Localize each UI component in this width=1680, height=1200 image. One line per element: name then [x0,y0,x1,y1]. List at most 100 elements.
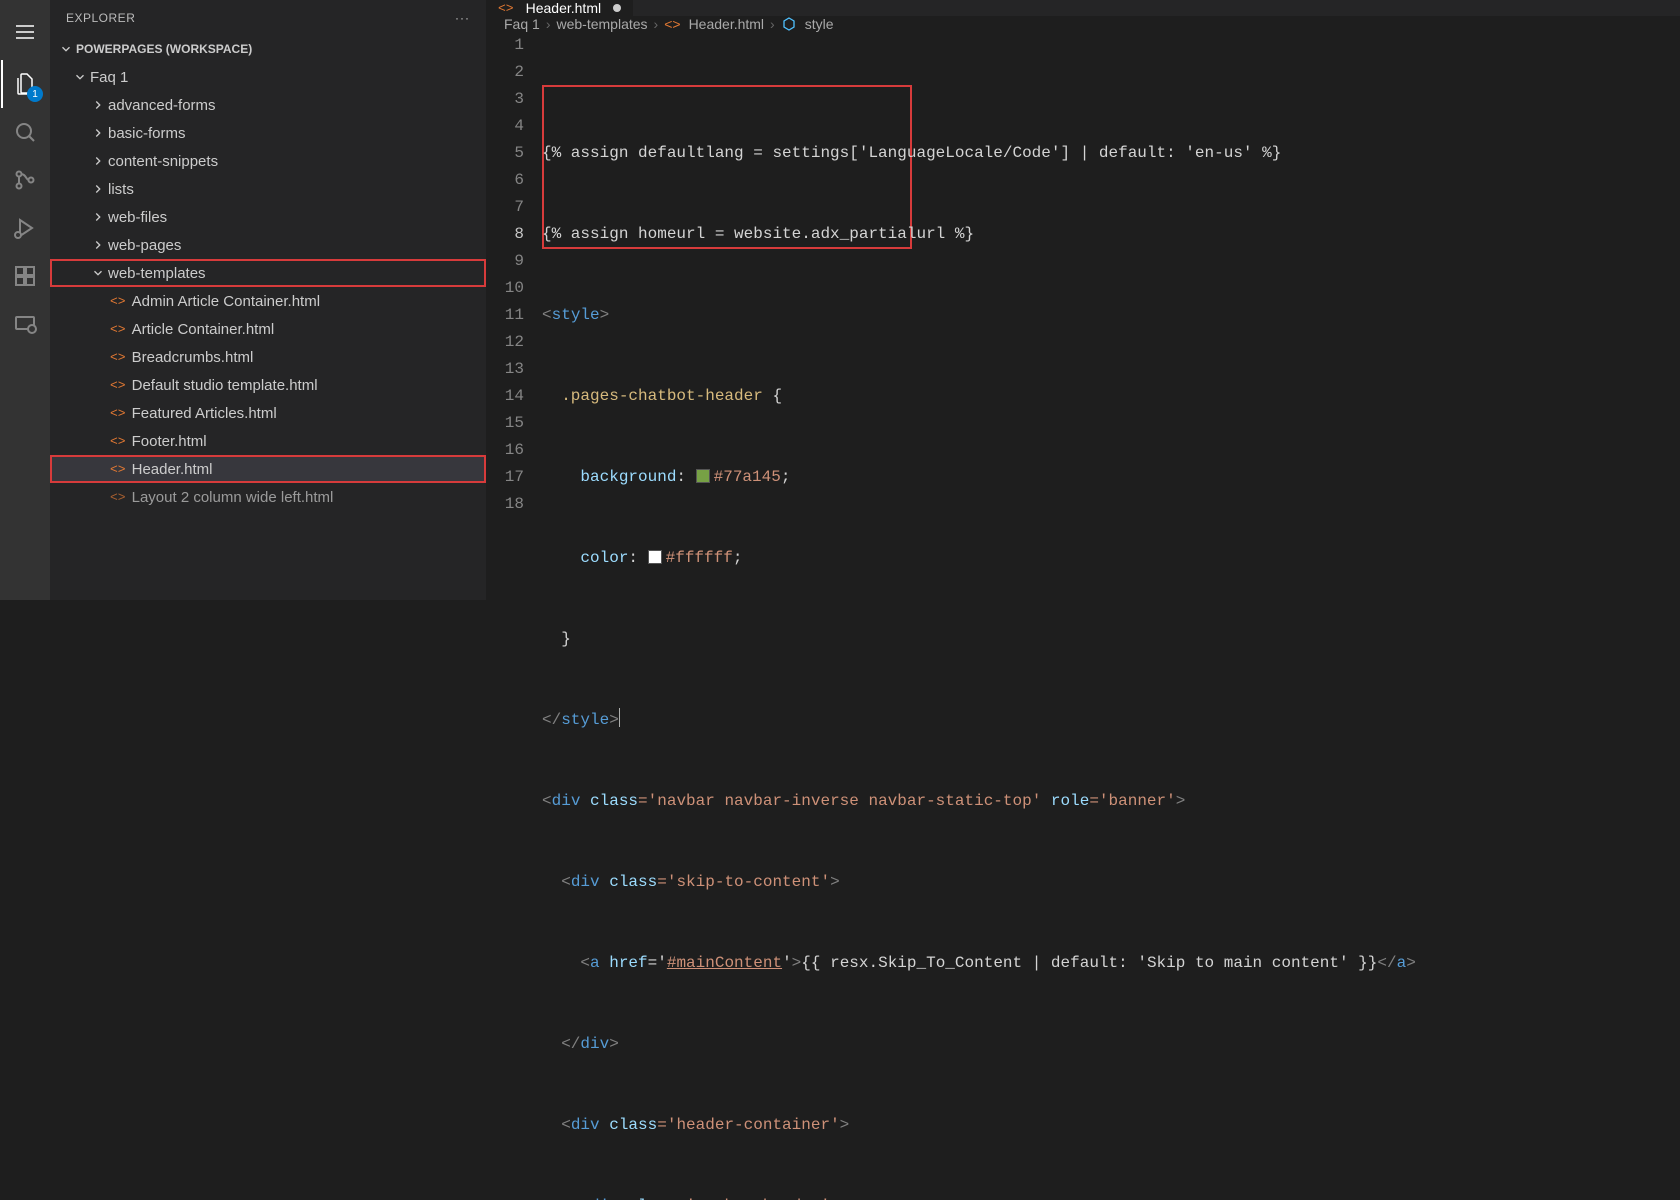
chevron-right-icon [90,153,106,169]
sidebar-title-row: EXPLORER ··· [50,0,486,35]
file-label: Featured Articles.html [132,405,277,422]
breadcrumb[interactable]: Faq 1 › web-templates › <> Header.html ›… [486,16,1680,32]
file-label: Breadcrumbs.html [132,349,254,366]
tree-file[interactable]: <> Admin Article Container.html [50,287,486,315]
run-debug-icon[interactable] [1,204,49,252]
code-line: <div class='navbar-header'> [542,1193,1680,1200]
code-line: <div class='header-container'> [542,1112,1680,1139]
html-file-icon: <> [110,462,126,477]
breadcrumb-segment[interactable]: Header.html [689,16,764,32]
text-cursor [619,708,620,727]
code-line: </div> [542,1031,1680,1058]
line-number: 4 [486,113,524,140]
line-number: 15 [486,410,524,437]
chevron-right-icon [90,209,106,225]
tree-file[interactable]: <> Footer.html [50,427,486,455]
breadcrumb-segment[interactable]: web-templates [556,16,647,32]
line-number: 7 [486,194,524,221]
html-file-icon: <> [110,434,126,449]
tree-folder[interactable]: web-files [50,203,486,231]
breadcrumb-segment[interactable]: Faq 1 [504,16,540,32]
line-number: 1 [486,32,524,59]
html-file-icon: <> [110,378,126,393]
tree-folder-web-templates[interactable]: web-templates [50,259,486,287]
explorer-icon[interactable]: 1 [1,60,49,108]
chevron-down-icon [58,41,74,57]
folder-label: web-templates [108,265,206,282]
line-number: 17 [486,464,524,491]
code-line: } [542,626,1680,653]
file-tree: Faq 1 advanced-forms basic-forms content… [50,63,486,600]
editor-group: <> Header.html Faq 1 › web-templates › <… [486,0,1680,600]
sidebar-more-icon[interactable]: ··· [455,11,470,25]
code-line: <style> [542,302,1680,329]
line-number: 18 [486,491,524,518]
tree-folder-root[interactable]: Faq 1 [50,63,486,91]
tree-folder[interactable]: advanced-forms [50,91,486,119]
search-icon[interactable] [1,108,49,156]
html-file-icon: <> [498,1,514,16]
tree-file-header[interactable]: <> Header.html [50,455,486,483]
code-line: .pages-chatbot-header { [542,383,1680,410]
code-line: {% assign defaultlang = settings['Langua… [542,140,1680,167]
chevron-right-icon [90,181,106,197]
menu-icon[interactable] [1,8,49,56]
remote-icon[interactable] [1,300,49,348]
line-number: 8 [486,221,524,248]
folder-label: web-pages [108,237,181,254]
line-number: 14 [486,383,524,410]
file-label: Admin Article Container.html [132,293,320,310]
file-label: Default studio template.html [132,377,318,394]
color-swatch-icon [648,550,662,564]
code-line: {% assign homeurl = website.adx_partialu… [542,221,1680,248]
source-control-icon[interactable] [1,156,49,204]
line-number: 13 [486,356,524,383]
editor-tab-header[interactable]: <> Header.html [486,0,634,16]
extensions-icon[interactable] [1,252,49,300]
workspace-header[interactable]: POWERPAGES (WORKSPACE) [50,35,486,63]
folder-label: lists [108,181,134,198]
workspace-name: POWERPAGES (WORKSPACE) [76,42,252,56]
line-number: 16 [486,437,524,464]
html-file-icon: <> [110,350,126,365]
html-file-icon: <> [110,490,126,505]
tree-file[interactable]: <> Layout 2 column wide left.html [50,483,486,511]
symbol-icon [781,16,797,32]
line-number: 5 [486,140,524,167]
tree-file[interactable]: <> Breadcrumbs.html [50,343,486,371]
code-editor[interactable]: 1 2 3 4 5 6 7 8 9 10 11 12 13 14 15 16 1… [486,32,1680,1200]
file-label: Header.html [132,461,213,478]
chevron-right-icon: › [654,16,659,32]
chevron-right-icon [90,97,106,113]
tree-file[interactable]: <> Article Container.html [50,315,486,343]
tree-folder[interactable]: lists [50,175,486,203]
tree-folder[interactable]: web-pages [50,231,486,259]
tree-folder[interactable]: basic-forms [50,119,486,147]
html-file-icon: <> [664,16,680,32]
folder-label: content-snippets [108,153,218,170]
tab-label: Header.html [526,0,601,16]
tree-folder[interactable]: content-snippets [50,147,486,175]
folder-label: basic-forms [108,125,186,142]
code-content[interactable]: {% assign defaultlang = settings['Langua… [542,32,1680,1200]
tree-file[interactable]: <> Featured Articles.html [50,399,486,427]
html-file-icon: <> [110,322,126,337]
folder-label: advanced-forms [108,97,216,114]
activity-bar: 1 [0,0,50,600]
line-number: 11 [486,302,524,329]
code-line: color: #ffffff; [542,545,1680,572]
line-number: 12 [486,329,524,356]
breadcrumb-segment[interactable]: style [805,16,834,32]
chevron-right-icon [90,125,106,141]
color-swatch-icon [696,469,710,483]
code-line: <div class='skip-to-content'> [542,869,1680,896]
html-file-icon: <> [110,406,126,421]
sidebar-title: EXPLORER [66,11,135,25]
line-number: 10 [486,275,524,302]
explorer-badge: 1 [27,86,43,102]
tree-file[interactable]: <> Default studio template.html [50,371,486,399]
line-number-gutter: 1 2 3 4 5 6 7 8 9 10 11 12 13 14 15 16 1… [486,32,542,1200]
modified-indicator-icon [613,4,621,12]
html-file-icon: <> [110,294,126,309]
explorer-sidebar: EXPLORER ··· POWERPAGES (WORKSPACE) Faq … [50,0,486,600]
